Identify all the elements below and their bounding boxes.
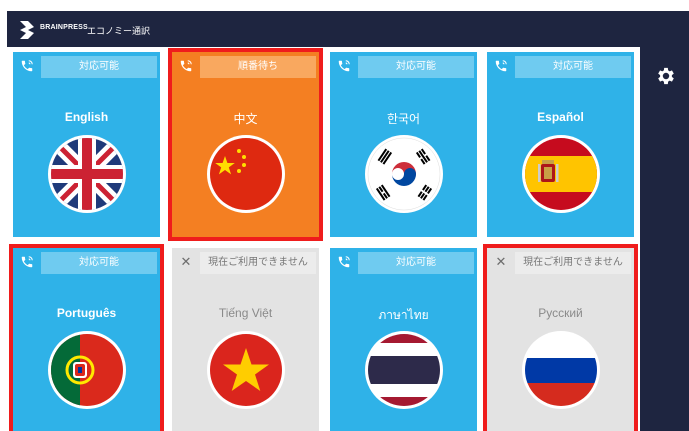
phone-icon (338, 256, 350, 268)
status-bar: ✕ 現在ご利用できません (172, 248, 319, 276)
russia-flag-icon (521, 330, 601, 410)
language-tile-spanish[interactable]: 対応可能 Español (487, 52, 634, 237)
language-label: Português (56, 306, 117, 320)
thailand-flag-icon (364, 330, 444, 410)
status-label: 対応可能 (41, 252, 157, 274)
language-label: 한국어 (386, 112, 421, 126)
brainpress-logo-icon (20, 21, 34, 39)
status-bar: 対応可能 (330, 248, 477, 276)
language-tile-korean[interactable]: 対応可能 한국어 (330, 52, 477, 237)
status-label: 対応可能 (41, 56, 157, 78)
phone-icon (21, 60, 33, 72)
language-tile-russian[interactable]: ✕ 現在ご利用できません Русский (487, 248, 634, 431)
status-bar: 対応可能 (13, 248, 160, 276)
close-icon: ✕ (495, 254, 507, 269)
close-icon: ✕ (180, 254, 192, 269)
language-label: Español (537, 110, 584, 124)
korea-flag-icon (364, 134, 444, 214)
uk-flag-icon (47, 134, 127, 214)
page-title: エコノミー通訳 (87, 26, 151, 36)
language-label: ภาษาไทย (378, 308, 429, 322)
phone-icon (495, 60, 507, 72)
status-bar: 対応可能 (13, 52, 160, 80)
brand-name: BRAINPRESS (40, 24, 88, 31)
language-tile-vietnamese[interactable]: ✕ 現在ご利用できません Tiếng Việt (172, 248, 319, 431)
phone-icon (21, 256, 33, 268)
status-label: 現在ご利用できません (515, 252, 631, 274)
status-label: 現在ご利用できません (200, 252, 316, 274)
language-label: Tiếng Việt (218, 306, 273, 320)
status-label: 順番待ち (200, 56, 316, 78)
china-flag-icon (206, 134, 286, 214)
language-tile-english[interactable]: 対応可能 English (13, 52, 160, 237)
language-tile-thai[interactable]: 対応可能 ภาษาไทย (330, 248, 477, 431)
vietnam-flag-icon (206, 330, 286, 410)
gear-icon[interactable] (655, 65, 677, 87)
language-label: English (64, 110, 109, 124)
phone-icon (180, 60, 192, 72)
language-tile-chinese[interactable]: 順番待ち 中文 (172, 52, 319, 237)
language-tile-portuguese[interactable]: 対応可能 Português (13, 248, 160, 431)
portugal-flag-icon (47, 330, 127, 410)
status-label: 対応可能 (358, 56, 474, 78)
language-label: Русский (538, 306, 583, 320)
status-bar: 対応可能 (487, 52, 634, 80)
language-label: 中文 (233, 112, 258, 126)
phone-icon (338, 60, 350, 72)
status-label: 対応可能 (358, 252, 474, 274)
top-bar: BRAINPRESS エコノミー通訳 (7, 11, 689, 47)
status-bar: ✕ 現在ご利用できません (487, 248, 634, 276)
status-label: 対応可能 (515, 56, 631, 78)
sidebar (640, 47, 689, 431)
status-bar: 対応可能 (330, 52, 477, 80)
status-bar: 順番待ち (172, 52, 319, 80)
spain-flag-icon (521, 134, 601, 214)
